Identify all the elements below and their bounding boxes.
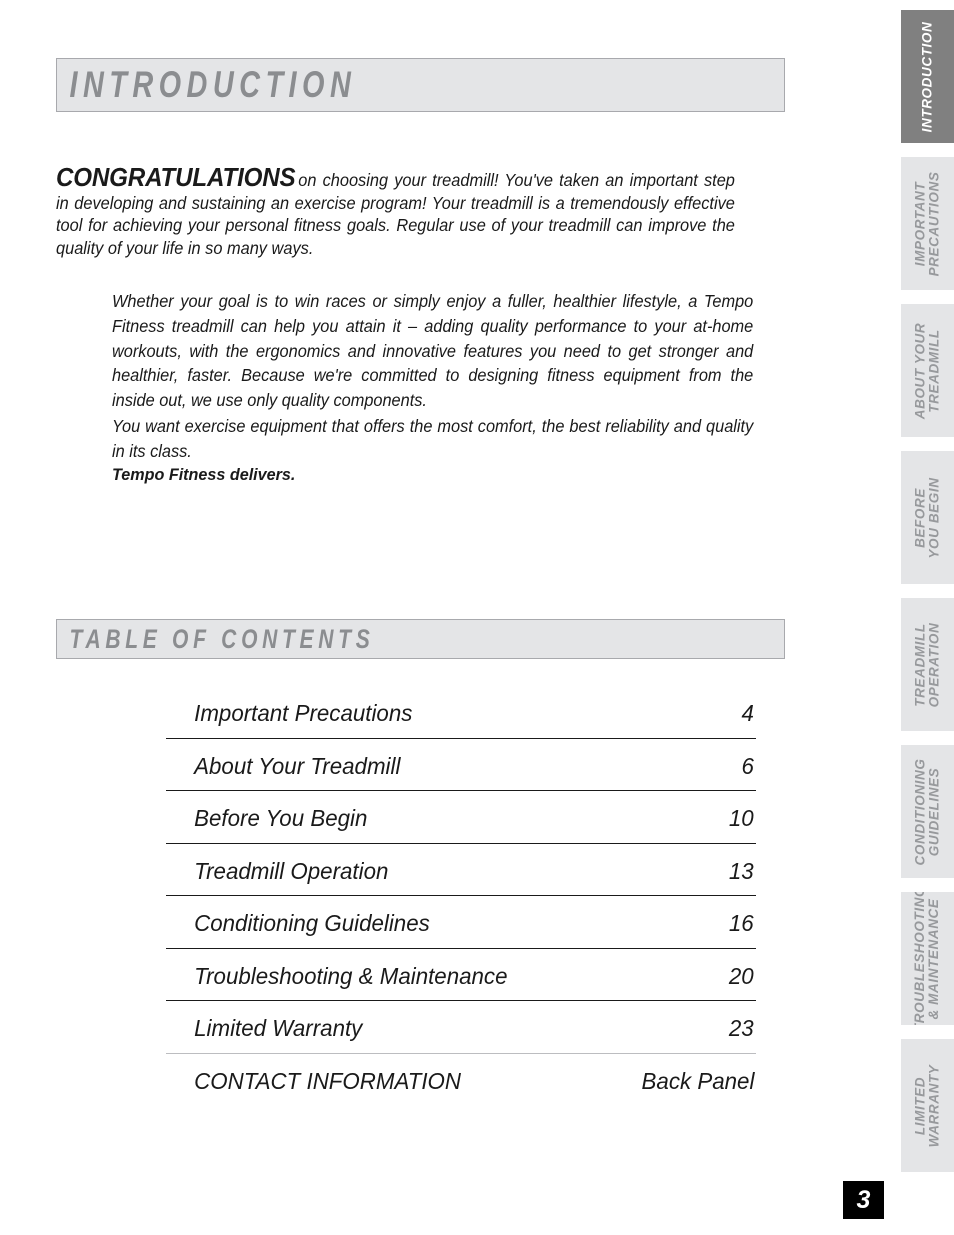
toc-entry-label: Troubleshooting & Maintenance bbox=[194, 962, 508, 989]
toc-entry-label: About Your Treadmill bbox=[194, 752, 401, 779]
toc-entry-label: CONTACT INFORMATION bbox=[194, 1067, 462, 1094]
toc-entry-page: Back Panel bbox=[641, 1067, 755, 1094]
rail-tab-label: CONDITIONING GUIDELINES bbox=[912, 758, 942, 865]
toc-entry-label: Treadmill Operation bbox=[194, 857, 389, 884]
intro-paragraph-2: You want exercise equipment that offers … bbox=[112, 416, 754, 461]
rail-tab-label: IMPORTANT PRECAUTIONS bbox=[912, 171, 942, 276]
toc-entry-label: Conditioning Guidelines bbox=[194, 910, 430, 936]
toc-row[interactable]: CONTACT INFORMATION Back Panel bbox=[166, 1054, 756, 1107]
rail-tab-label: BEFORE YOU BEGIN bbox=[912, 476, 942, 559]
toc-entry-page: 10 bbox=[729, 805, 755, 831]
rail-tab-introduction[interactable]: INTRODUCTION bbox=[901, 10, 954, 143]
toc-row[interactable]: Before You Begin 10 bbox=[166, 791, 756, 844]
toc-entry-page: 20 bbox=[729, 962, 755, 989]
rail-tab-conditioning-guidelines[interactable]: CONDITIONING GUIDELINES bbox=[901, 745, 954, 878]
rail-tab-before-you-begin[interactable]: BEFORE YOU BEGIN bbox=[901, 451, 954, 584]
rail-tab-limited-warranty[interactable]: LIMITED WARRANTY bbox=[901, 1039, 954, 1172]
intro-paragraph-1: Whether your goal is to win races or sim… bbox=[112, 291, 754, 411]
rail-tab-important-precautions[interactable]: IMPORTANT PRECAUTIONS bbox=[901, 157, 954, 290]
toc-entry-page: 6 bbox=[741, 752, 755, 779]
rail-tab-treadmill-operation[interactable]: TREADMILL OPERATION bbox=[901, 598, 954, 731]
document-page: INTRODUCTION CONGRATULATIONS on choosing … bbox=[0, 0, 895, 1235]
page-number-badge: 3 bbox=[843, 1181, 884, 1219]
rail-tab-label: TREADMILL OPERATION bbox=[912, 622, 942, 707]
toc-entry-page: 13 bbox=[729, 857, 755, 884]
toc-row[interactable]: Limited Warranty 23 bbox=[166, 1001, 756, 1054]
toc-entry-page: 4 bbox=[741, 700, 755, 726]
toc-title: TABLE OF CONTENTS bbox=[69, 623, 375, 654]
intro-paragraph-3: Tempo Fitness delivers. bbox=[112, 465, 296, 484]
toc-row[interactable]: Troubleshooting & Maintenance 20 bbox=[166, 949, 756, 1001]
rail-tab-label: INTRODUCTION bbox=[919, 21, 935, 132]
toc-row[interactable]: Important Precautions 4 bbox=[166, 686, 756, 739]
toc-entry-label: Important Precautions bbox=[194, 700, 413, 726]
section-tab-rail: INTRODUCTION IMPORTANT PRECAUTIONS ABOUT Y… bbox=[901, 0, 954, 1235]
section-header-title: INTRODUCTION bbox=[69, 64, 357, 105]
rail-tab-label: LIMITED WARRANTY bbox=[912, 1064, 942, 1147]
toc-entry-page: 23 bbox=[729, 1015, 755, 1041]
intro-lead-paragraph: CONGRATULATIONS on choosing your treadmil… bbox=[56, 164, 735, 259]
rail-tab-label: ABOUT YOUR TREADMILL bbox=[912, 322, 942, 419]
toc-row[interactable]: Treadmill Operation 13 bbox=[166, 844, 756, 896]
section-header-introduction: INTRODUCTION bbox=[56, 58, 785, 112]
page-number-value: 3 bbox=[856, 1185, 871, 1214]
toc-row[interactable]: About Your Treadmill 6 bbox=[166, 739, 756, 791]
intro-lead-in-word: CONGRATULATIONS bbox=[56, 162, 296, 192]
rail-tab-label: TROUBLESHOOTING & MAINTENANCE bbox=[912, 892, 942, 1025]
toc-list: Important Precautions 4 About Your Treadmi… bbox=[166, 686, 756, 1106]
toc-entry-page: 16 bbox=[729, 910, 755, 936]
toc-entry-label: Limited Warranty bbox=[194, 1015, 363, 1041]
toc-entry-label: Before You Begin bbox=[194, 805, 368, 831]
rail-tab-about-your-treadmill[interactable]: ABOUT YOUR TREADMILL bbox=[901, 304, 954, 437]
rail-tab-troubleshooting-maintenance[interactable]: TROUBLESHOOTING & MAINTENANCE bbox=[901, 892, 954, 1025]
toc-row[interactable]: Conditioning Guidelines 16 bbox=[166, 896, 756, 949]
section-header-table-of-contents: TABLE OF CONTENTS bbox=[56, 619, 785, 659]
